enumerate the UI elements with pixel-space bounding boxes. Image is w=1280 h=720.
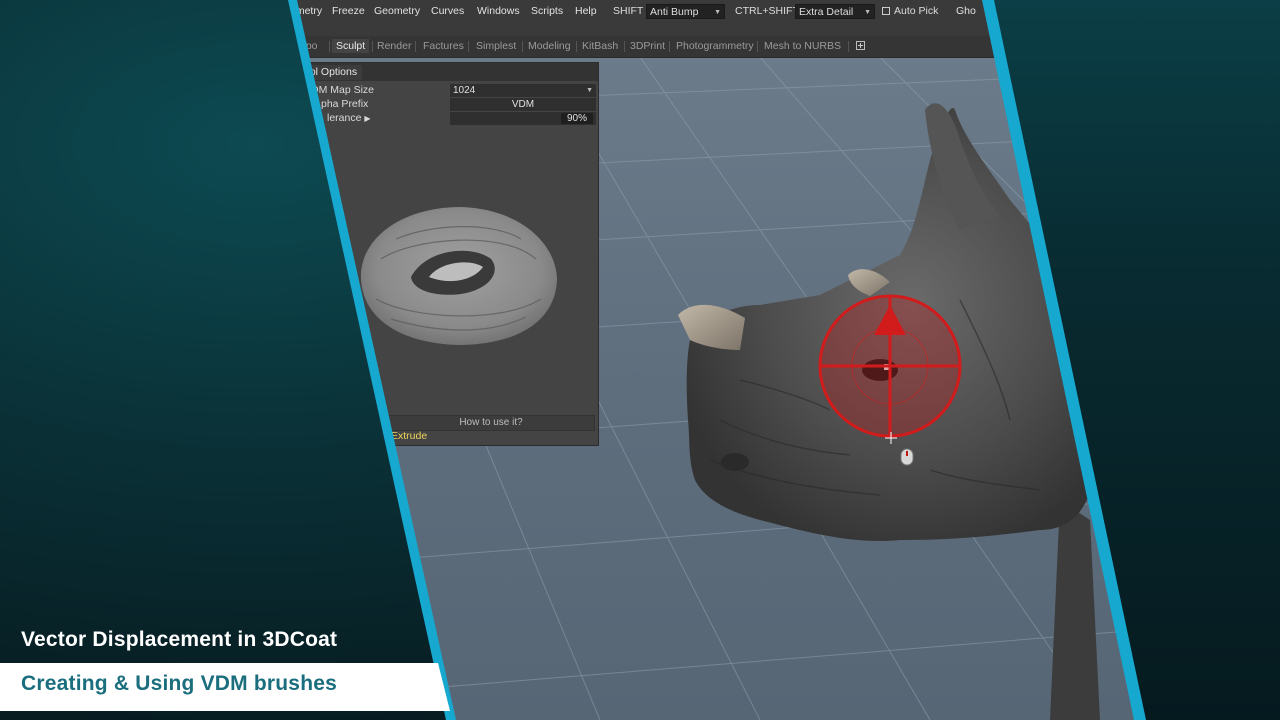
alpha-prefix-label: pha Prefix <box>321 98 369 110</box>
vdm-map-size-value: 1024 <box>453 85 476 96</box>
tolerance-label: lerance ▶ <box>327 112 371 124</box>
vdm-brush-preview <box>360 207 557 345</box>
alpha-prefix-input[interactable]: VDM <box>450 98 596 111</box>
vdm-map-size-label: DM Map Size <box>311 84 375 96</box>
caret-right-icon: ▶ <box>364 114 371 123</box>
video-subtitle: Creating & Using VDM brushes <box>21 672 337 695</box>
vdm-map-size-select[interactable]: 1024 ▼ <box>450 84 596 97</box>
how-to-use-button[interactable]: How to use it? <box>387 415 595 431</box>
video-title: Vector Displacement in 3DCoat <box>21 628 338 651</box>
brush-mode-label: Extrude <box>391 430 428 442</box>
alpha-prefix-value: VDM <box>511 99 535 110</box>
tolerance-value: 90% <box>560 113 593 124</box>
tolerance-label-text: lerance <box>327 112 362 124</box>
brush-target-icon <box>818 294 962 438</box>
tolerance-slider[interactable]: 90% <box>450 112 596 125</box>
chevron-down-icon: ▼ <box>586 87 593 94</box>
mouse-icon <box>900 448 914 466</box>
panel-header: ool Options <box>291 63 598 81</box>
